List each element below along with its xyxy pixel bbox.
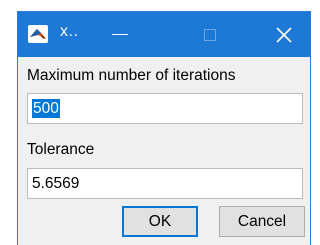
tolerance-value: 5.6569 bbox=[32, 175, 80, 192]
matlab-icon bbox=[28, 25, 48, 43]
tolerance-input[interactable]: 5.6569 bbox=[27, 168, 303, 199]
close-icon bbox=[276, 26, 292, 43]
title-bar[interactable]: x.. bbox=[18, 12, 310, 57]
iterations-input[interactable]: 500 bbox=[27, 93, 303, 124]
minimize-icon bbox=[112, 33, 128, 36]
iterations-label: Maximum number of iterations bbox=[27, 67, 236, 84]
input-dialog: x.. Maximum number of iterations 500 Tol… bbox=[18, 12, 310, 245]
maximize-icon bbox=[204, 28, 216, 41]
maximize-button[interactable] bbox=[184, 12, 236, 57]
window-title: x.. bbox=[60, 23, 79, 40]
iterations-value: 500 bbox=[32, 99, 60, 118]
cancel-button[interactable]: Cancel bbox=[219, 206, 305, 237]
ok-button[interactable]: OK bbox=[122, 206, 198, 237]
tolerance-label: Tolerance bbox=[27, 141, 95, 158]
minimize-button[interactable] bbox=[94, 12, 146, 57]
close-button[interactable] bbox=[258, 12, 310, 57]
